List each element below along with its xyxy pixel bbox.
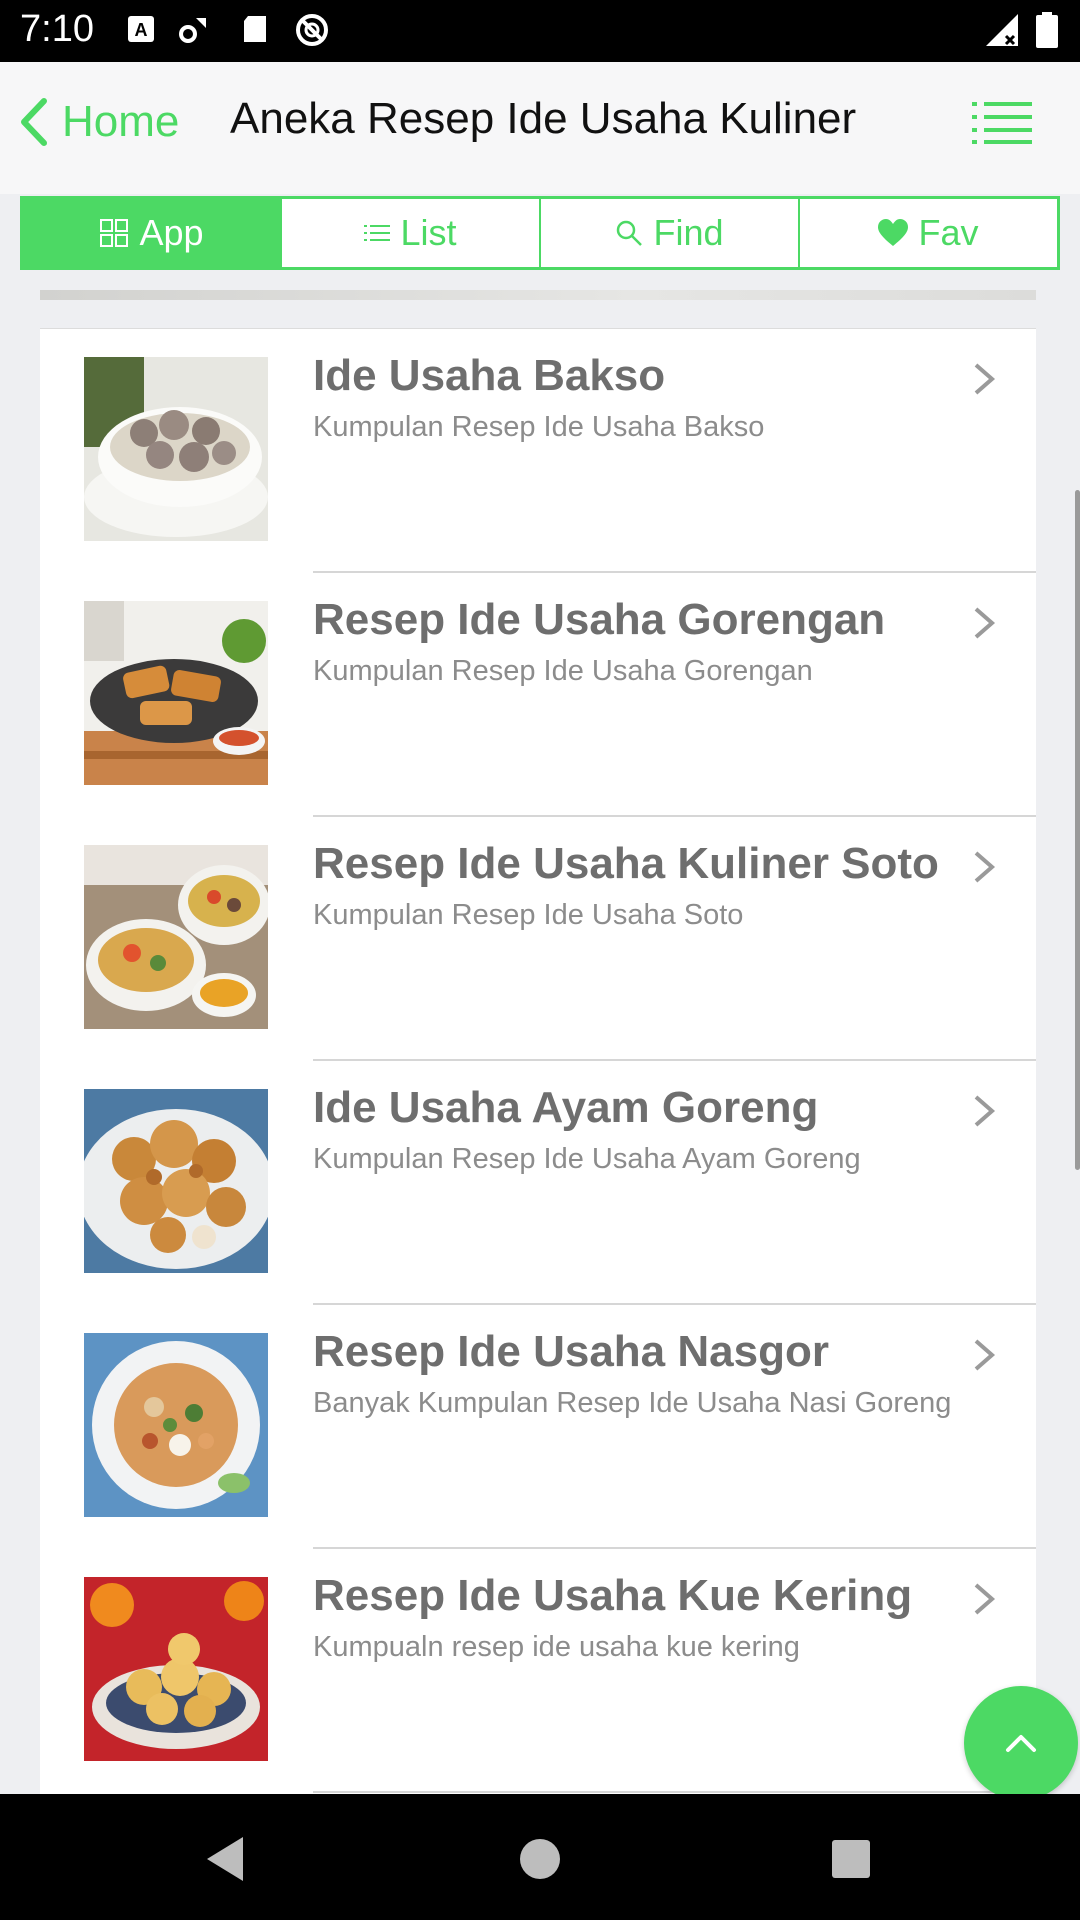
- banner-image-edge: [40, 290, 1036, 300]
- chevron-right-icon: [974, 1339, 996, 1371]
- scrollbar[interactable]: [1075, 490, 1080, 1170]
- ayam-goreng-thumbnail: [84, 1089, 268, 1273]
- nav-home-button[interactable]: [505, 1824, 575, 1894]
- item-subtitle: Kumpualn resep ide usaha kue kering: [313, 1631, 800, 1663]
- chevron-right-icon: [974, 1095, 996, 1127]
- keyboard-a-icon: A: [128, 16, 154, 42]
- menu-icon[interactable]: [972, 100, 1032, 144]
- list-icon: [364, 225, 391, 241]
- sd-card-icon: [244, 16, 266, 42]
- tab-list-label: List: [400, 212, 457, 253]
- list-item[interactable]: Ide Usaha Bakso Kumpulan Resep Ide Usaha…: [40, 329, 1036, 573]
- tab-fav-label: Fav: [918, 212, 979, 253]
- nav-recents-button[interactable]: [816, 1824, 886, 1894]
- item-title: Resep Ide Usaha Nasgor: [313, 1327, 829, 1376]
- heart-icon: [878, 219, 909, 246]
- scroll-to-top-button[interactable]: [964, 1686, 1078, 1800]
- list-item[interactable]: Resep Ide Usaha Kue Kering Kumpualn rese…: [40, 1549, 1036, 1793]
- tab-find-label: Find: [653, 212, 724, 253]
- search-icon: [617, 220, 643, 246]
- app-header: Home Aneka Resep Ide Usaha Kuliner: [0, 62, 1080, 194]
- page-title: Aneka Resep Ide Usaha Kuliner: [230, 94, 857, 143]
- battery-icon: [1036, 12, 1058, 48]
- item-title: Ide Usaha Ayam Goreng: [313, 1083, 819, 1132]
- item-title: Resep Ide Usaha Gorengan: [313, 595, 886, 644]
- item-title: Resep Ide Usaha Kue Kering: [313, 1571, 913, 1620]
- chevron-right-icon: [974, 607, 996, 639]
- item-divider: [313, 1791, 1036, 1793]
- system-nav-bar: [0, 1794, 1080, 1920]
- item-subtitle: Kumpulan Resep Ide Usaha Soto: [313, 899, 744, 931]
- nav-home-icon: [520, 1839, 560, 1879]
- tab-list[interactable]: List: [280, 199, 539, 267]
- list-item[interactable]: Resep Ide Usaha Nasgor Banyak Kumpulan R…: [40, 1305, 1036, 1549]
- status-bar: 7:10 A: [0, 0, 1080, 62]
- chevron-up-icon: [1006, 1735, 1036, 1752]
- do-not-disturb-icon: [296, 14, 328, 46]
- segmented-tabs: App List Find Fav: [20, 196, 1060, 270]
- item-title: Ide Usaha Bakso: [313, 351, 666, 400]
- signal-off-icon: [986, 14, 1018, 46]
- status-time: 7:10: [20, 8, 94, 50]
- nasgor-thumbnail: [84, 1333, 268, 1517]
- tab-fav[interactable]: Fav: [798, 199, 1057, 267]
- back-label: Home: [62, 97, 180, 146]
- bakso-thumbnail: [84, 357, 268, 541]
- gorengan-thumbnail: [84, 601, 268, 785]
- kue-kering-thumbnail: [84, 1577, 268, 1761]
- chevron-right-icon: [974, 851, 996, 883]
- svg-text:A: A: [135, 20, 148, 40]
- tab-app-label: App: [139, 212, 204, 253]
- chevron-right-icon: [974, 363, 996, 395]
- chevron-right-icon: [974, 1583, 996, 1615]
- chevron-left-icon: [21, 98, 47, 146]
- list-item[interactable]: Ide Usaha Ayam Goreng Kumpulan Resep Ide…: [40, 1061, 1036, 1305]
- item-subtitle: Kumpulan Resep Ide Usaha Bakso: [313, 411, 765, 443]
- list-item[interactable]: Resep Ide Usaha Kuliner Soto Kumpulan Re…: [40, 817, 1036, 1061]
- item-title: Resep Ide Usaha Kuliner Soto: [313, 839, 939, 888]
- nav-back-icon: [207, 1837, 243, 1881]
- soto-thumbnail: [84, 845, 268, 1029]
- settings-signal-icon: [179, 18, 206, 43]
- item-subtitle: Kumpulan Resep Ide Usaha Ayam Goreng: [313, 1143, 861, 1175]
- grid-icon: [100, 219, 129, 247]
- tab-app[interactable]: App: [23, 199, 280, 267]
- nav-recents-icon: [832, 1840, 870, 1878]
- item-subtitle: Banyak Kumpulan Resep Ide Usaha Nasi Gor…: [313, 1387, 952, 1419]
- item-subtitle: Kumpulan Resep Ide Usaha Gorengan: [313, 655, 813, 687]
- tab-find[interactable]: Find: [539, 199, 798, 267]
- list-item[interactable]: Resep Ide Usaha Gorengan Kumpulan Resep …: [40, 573, 1036, 817]
- back-button[interactable]: Home: [18, 90, 179, 154]
- nav-back-button[interactable]: [190, 1824, 260, 1894]
- recipe-list: Ide Usaha Bakso Kumpulan Resep Ide Usaha…: [40, 328, 1036, 1795]
